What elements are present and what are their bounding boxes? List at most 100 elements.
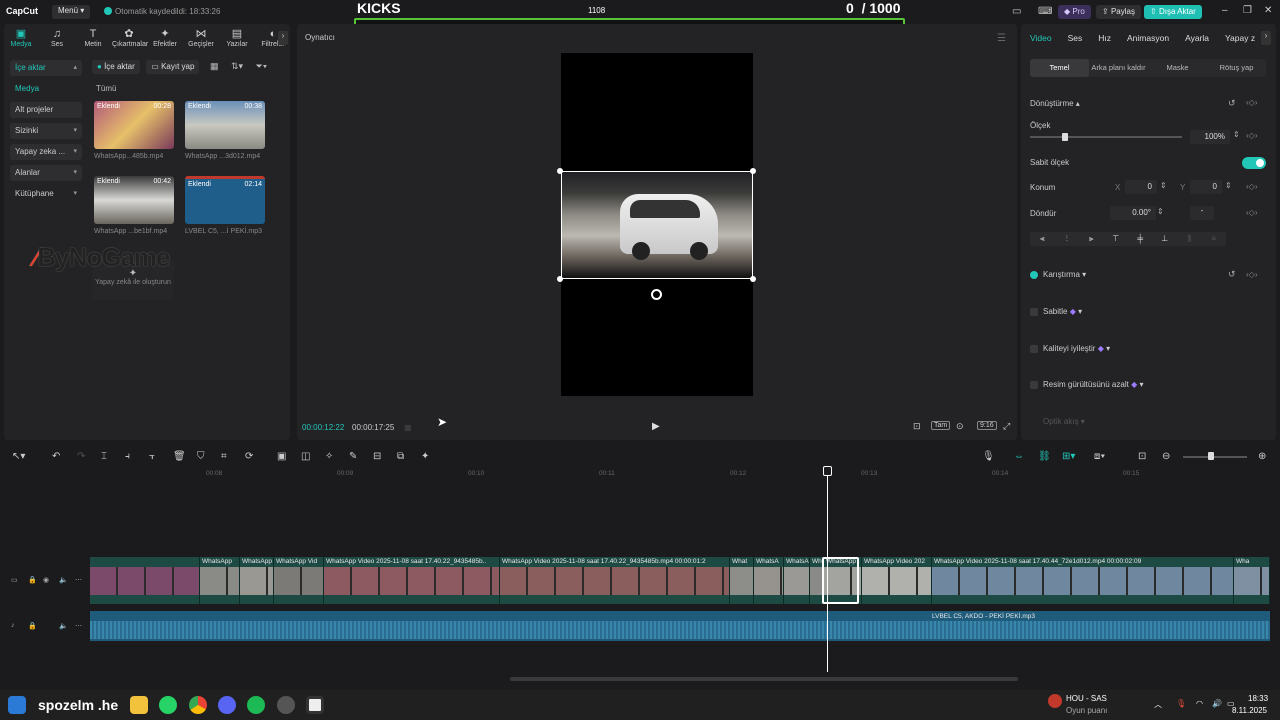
timeline-clip[interactable]: WhatsApp Vid [274, 557, 324, 604]
crop-icon[interactable]: ⌗ [221, 451, 227, 462]
y-stepper-icon[interactable]: ⇕ [1225, 181, 1232, 190]
pro-button[interactable]: ◆ Pro [1058, 5, 1091, 19]
split-icon[interactable]: ⌶ [101, 451, 107, 462]
fullscreen-icon[interactable]: ⤢ [1003, 421, 1010, 432]
resize-handle[interactable] [750, 168, 756, 174]
denoise-checkbox[interactable] [1030, 381, 1038, 389]
split-left-icon[interactable]: ⫞ [125, 451, 130, 462]
magic-icon[interactable]: ✎ [349, 451, 357, 462]
timeline-clip[interactable]: WhatsA [784, 557, 810, 604]
property-tab[interactable]: Hız [1098, 33, 1111, 43]
timeline-clip[interactable]: WhatsApp Video 2025-11-08 saat 17.40.22_… [500, 557, 730, 604]
zoom-in-icon[interactable]: ⊕ [1258, 451, 1266, 462]
sidenav-item[interactable]: İçe aktar ▴ [10, 60, 82, 76]
reset-icon[interactable]: ↺ [1228, 98, 1236, 109]
audio-track-mute-icon[interactable]: 🔈 [59, 622, 68, 630]
scale-value[interactable]: 100% [1190, 130, 1230, 144]
close-icon[interactable]: ✕ [1264, 5, 1272, 16]
player-menu-icon[interactable]: ☰ [997, 33, 1006, 44]
snap-icon[interactable]: ⇔ [1014, 451, 1024, 462]
zoom-slider-knob[interactable] [1208, 452, 1214, 460]
shortcut-icon[interactable]: ⌨ [1038, 6, 1052, 17]
share-button[interactable]: ⇪ Paylaş [1096, 5, 1141, 19]
auto-reframe-icon[interactable]: ✦ [421, 451, 429, 462]
align-center-h-icon[interactable]: ⫶ [1055, 232, 1080, 246]
stabilize-section[interactable]: Sabitle ◆ ▾ [1043, 307, 1082, 316]
video-preview[interactable] [561, 171, 753, 279]
grid-view-icon[interactable]: ▦ [210, 61, 219, 71]
tab-sticker[interactable]: ✿ Çıkartmalar [112, 28, 148, 48]
export-button[interactable]: ⇧ Dışa Aktar [1144, 5, 1202, 19]
layout-icon[interactable]: ▭ [1012, 6, 1021, 17]
property-tab[interactable]: Yapay z [1225, 33, 1255, 43]
scale-slider-knob[interactable] [1061, 133, 1068, 141]
timeline-scrollbar[interactable] [510, 677, 1018, 681]
keyframe-icon[interactable]: ‹◇› [1246, 270, 1257, 279]
ratio-button[interactable]: 9:16 [977, 421, 997, 430]
discord-icon[interactable] [218, 696, 236, 714]
track-lock-icon[interactable]: 🔒 [28, 576, 37, 584]
rotate-dial-icon[interactable]: - [1190, 206, 1214, 220]
record-button[interactable]: ▭ Kayıt yap [146, 60, 200, 74]
track-cover-icon[interactable]: ▭ [11, 576, 18, 584]
distribute-h-icon[interactable]: ⫼ [1177, 232, 1202, 246]
select-tool-icon[interactable]: ↖▾ [12, 451, 25, 462]
whatsapp-icon[interactable] [159, 696, 177, 714]
undo-icon[interactable]: ↶ [52, 451, 60, 462]
align-right-icon[interactable]: ⫸ [1079, 232, 1104, 246]
keyframe-icon[interactable]: ‹◇› [1246, 182, 1257, 191]
align-top-icon[interactable]: ⊤ [1104, 232, 1129, 246]
keyframe-icon[interactable]: ‹◇› [1246, 208, 1257, 217]
zoom-out-icon[interactable]: ⊖ [1162, 451, 1170, 462]
track-more-icon[interactable]: ⋯ [75, 576, 82, 584]
play-button[interactable]: ▶ [652, 421, 660, 432]
optical-flow-section[interactable]: Optik akış ▾ [1043, 417, 1085, 426]
tab-text[interactable]: T Metin [76, 28, 110, 48]
align-center-v-icon[interactable]: ╪ [1128, 232, 1153, 246]
capcut-icon[interactable] [306, 696, 324, 714]
keyframe-icon[interactable]: ‹◇› [1246, 131, 1257, 140]
track-mute-icon[interactable]: 🔈 [59, 576, 68, 584]
fit-icon[interactable]: ⊡ [1138, 451, 1146, 462]
rotate-value[interactable]: 0.00° [1110, 206, 1156, 220]
property-tab[interactable]: Animasyon [1127, 33, 1169, 43]
sort-icon[interactable]: ⇅▾ [231, 61, 243, 71]
mirror-icon[interactable]: ◫ [301, 451, 310, 462]
x-value[interactable]: 0 [1125, 180, 1157, 194]
file-explorer-icon[interactable] [130, 696, 148, 714]
denoise-section[interactable]: Resim gürültüsünü azalt ◆ ▾ [1043, 380, 1143, 389]
x-stepper-icon[interactable]: ⇕ [1160, 181, 1167, 190]
filter-icon[interactable]: ⏷▾ [256, 61, 268, 71]
chrome-icon[interactable] [189, 696, 207, 714]
timeline-clip[interactable]: What [730, 557, 754, 604]
freeze-icon[interactable]: ▣ [277, 451, 286, 462]
redo-icon[interactable]: ↷ [77, 451, 85, 462]
sidenav-item[interactable]: Medya [10, 81, 82, 97]
full-preset-button[interactable]: Tam [931, 421, 951, 430]
minimize-icon[interactable]: – [1222, 5, 1228, 16]
property-tabs-more-icon[interactable]: › [1261, 31, 1271, 45]
sidenav-item[interactable]: Alanlar ▾ [10, 165, 82, 181]
microphone-icon[interactable]: 🎙 [982, 451, 995, 462]
tab-media[interactable]: ▣ Medya [4, 28, 38, 48]
enhance-section[interactable]: Kaliteyi iyileştir ◆ ▾ [1043, 344, 1110, 353]
start-icon[interactable] [8, 696, 26, 714]
caption-icon[interactable]: ⊟ [373, 451, 381, 462]
app-icon[interactable] [277, 696, 295, 714]
blend-section-title[interactable]: Karıştırma ▾ [1043, 270, 1086, 279]
tab-audio[interactable]: ♫ Ses [40, 28, 74, 48]
scale-slider[interactable] [1030, 136, 1182, 138]
rotate-handle-icon[interactable] [651, 289, 662, 300]
enhance-checkbox[interactable] [1030, 345, 1038, 353]
sidenav-item[interactable]: Sizinki ▾ [10, 123, 82, 139]
timeline-clip[interactable]: WhatsApp Video 202 [862, 557, 932, 604]
track-visibility-icon[interactable]: ◉ [43, 576, 49, 584]
blend-checkbox[interactable] [1030, 271, 1038, 279]
timeline-clip[interactable]: WhatsA [754, 557, 784, 604]
distribute-v-icon[interactable]: ≡ [1202, 232, 1227, 246]
sidenav-item[interactable]: Yapay zeka ... ▾ [10, 144, 82, 160]
timeline-clip[interactable]: Wha [1234, 557, 1270, 604]
align-bottom-icon[interactable]: ⊥ [1153, 232, 1178, 246]
property-subtab[interactable]: Arka planı kaldır [1089, 59, 1148, 77]
import-button[interactable]: ● İçe aktar [92, 60, 140, 74]
